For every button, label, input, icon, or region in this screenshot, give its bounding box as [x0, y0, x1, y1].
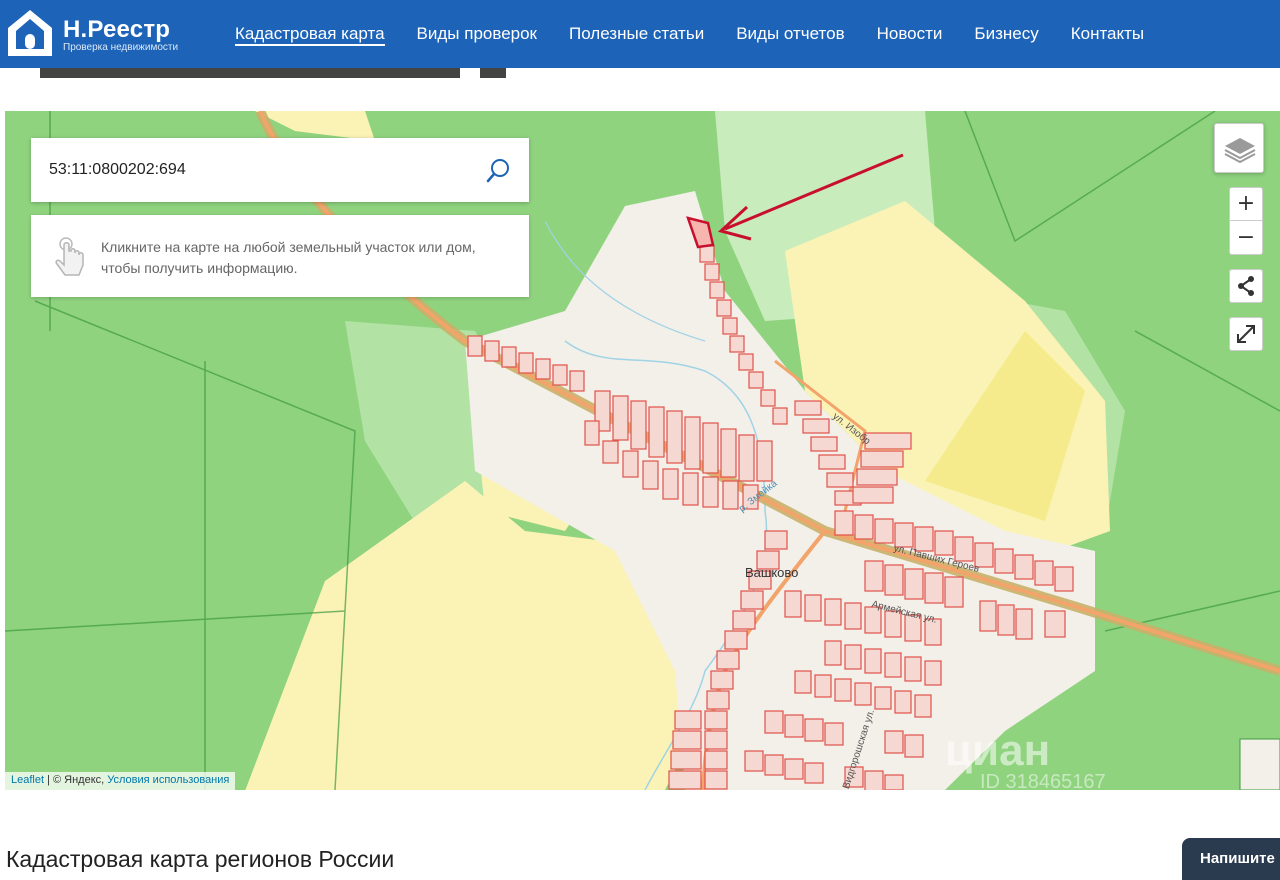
- map-tiles[interactable]: [5, 111, 1280, 790]
- cadastral-search-box: [31, 138, 529, 202]
- logo-title[interactable]: Н.Реестр: [63, 16, 170, 44]
- map-attribution: Leaflet | © Яндекс, Условия использовани…: [5, 772, 236, 790]
- layers-control[interactable]: [1214, 123, 1264, 173]
- leaflet-link[interactable]: Leaflet: [11, 774, 44, 786]
- cadastral-number-input[interactable]: [49, 158, 469, 182]
- logo-subtitle: Проверка недвижимости: [63, 42, 179, 53]
- nav-news[interactable]: Новости: [877, 24, 943, 46]
- watermark-logo: циан: [945, 726, 1051, 775]
- map-hint-text: Кликните на карте на любой земельный уча…: [101, 239, 476, 276]
- cadastral-map[interactable]: Вашково р. Змейка ул. Павших Героев Арме…: [5, 111, 1280, 790]
- nav-contacts[interactable]: Контакты: [1071, 24, 1144, 46]
- attribution-text: | © Яндекс,: [44, 774, 108, 786]
- nav-cadastral-map[interactable]: Кадастровая карта: [235, 24, 385, 46]
- fullscreen-button[interactable]: [1229, 317, 1263, 351]
- main-nav: Кадастровая карта Виды проверок Полезные…: [235, 24, 1144, 46]
- terms-link[interactable]: Условия использования: [107, 774, 229, 786]
- layers-icon: [1224, 138, 1256, 164]
- fullscreen-icon: [1237, 325, 1255, 343]
- home-logo-icon[interactable]: [6, 8, 54, 58]
- nav-report-types[interactable]: Виды отчетов: [736, 24, 844, 46]
- nav-business[interactable]: Бизнесу: [974, 24, 1038, 46]
- zoom-in-button[interactable]: +: [1230, 188, 1262, 221]
- chat-button[interactable]: Напишите: [1182, 838, 1280, 880]
- hand-pointer-icon: [53, 235, 87, 279]
- village-label: Вашково: [745, 565, 799, 580]
- nav-check-types[interactable]: Виды проверок: [417, 24, 537, 46]
- scrolled-page-title: [0, 68, 1280, 84]
- share-button[interactable]: [1229, 269, 1263, 303]
- nav-useful-articles[interactable]: Полезные статьи: [569, 24, 704, 46]
- watermark-id: ID 318465167: [980, 771, 1106, 790]
- site-header: Н.Реестр Проверка недвижимости Кадастров…: [0, 0, 1280, 68]
- zoom-control: + −: [1229, 187, 1263, 255]
- share-icon: [1238, 276, 1254, 296]
- regions-heading: Кадастровая карта регионов России: [6, 846, 395, 872]
- map-hint-panel: Кликните на карте на любой земельный уча…: [31, 215, 529, 297]
- zoom-out-button[interactable]: −: [1230, 222, 1262, 255]
- search-icon[interactable]: [483, 156, 513, 186]
